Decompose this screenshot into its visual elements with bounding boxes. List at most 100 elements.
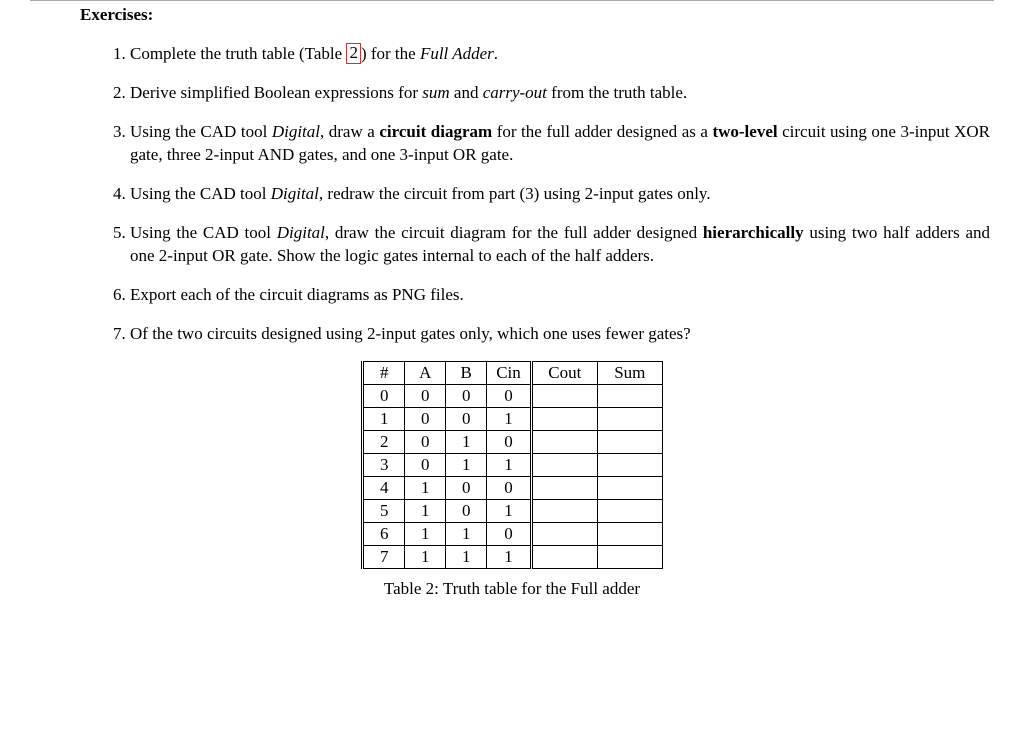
table-cell: 1 [405,477,446,500]
emphasis: Digital [272,122,320,141]
table-cell: 0 [363,385,405,408]
table-cell: 0 [446,408,487,431]
table-cell [531,523,597,546]
table-cell [597,523,662,546]
table-cell: 1 [487,454,532,477]
table-cell: 1 [446,546,487,569]
table-cell [597,454,662,477]
table-row: 5101 [363,500,663,523]
table-cell: 1 [487,500,532,523]
col-header: Cout [531,362,597,385]
table-row: 3011 [363,454,663,477]
table-cell: 1 [487,546,532,569]
text: . [494,44,498,63]
table-cell: 2 [363,431,405,454]
table-cell: 1 [363,408,405,431]
col-header: B [446,362,487,385]
emphasis: sum [422,83,449,102]
text: Using the CAD tool [130,122,272,141]
table-cell [531,546,597,569]
table-cell: 1 [487,408,532,431]
table-cell: 0 [405,408,446,431]
table-row: 6110 [363,523,663,546]
table-cell [531,454,597,477]
table-row: 1001 [363,408,663,431]
table-cell [531,385,597,408]
table-cell: 0 [405,454,446,477]
table-cell: 1 [405,546,446,569]
text: Derive simplified Boolean expressions fo… [130,83,422,102]
table-cell: 0 [487,523,532,546]
emphasis: carry-out [483,83,547,102]
exercise-item-4: Using the CAD tool Digital, redraw the c… [130,183,994,206]
table-cell: 0 [405,385,446,408]
table-cell: 5 [363,500,405,523]
top-rule [30,0,994,1]
text: and [450,83,483,102]
strong: hierarchically [703,223,804,242]
text: Using the CAD tool [130,223,277,242]
table-cell [597,408,662,431]
table-cell: 0 [446,477,487,500]
table-cell: 1 [446,523,487,546]
strong: circuit diagram [379,122,492,141]
table-cell [597,385,662,408]
table-cell: 1 [446,454,487,477]
exercise-item-7: Of the two circuits designed using 2-inp… [130,323,994,346]
text: Of the two circuits designed using 2-inp… [130,324,691,343]
table-cell [597,500,662,523]
exercise-item-1: Complete the truth table (Table 2) for t… [130,43,994,66]
exercise-item-5: Using the CAD tool Digital, draw the cir… [130,222,994,268]
table-cell: 7 [363,546,405,569]
col-header: Sum [597,362,662,385]
table-cell [531,408,597,431]
table-cell: 0 [487,431,532,454]
table-cell: 0 [487,385,532,408]
table-cell [531,500,597,523]
col-header: # [363,362,405,385]
text: ) for the [361,44,420,63]
table-cell: 6 [363,523,405,546]
table-cell: 0 [446,500,487,523]
text: , redraw the circuit from part (3) using… [319,184,711,203]
table-reference-link[interactable]: 2 [346,43,361,64]
table-cell: 1 [405,523,446,546]
table-row: 7111 [363,546,663,569]
col-header: A [405,362,446,385]
table-row: 0000 [363,385,663,408]
text: from the truth table. [547,83,687,102]
text: , draw a [320,122,379,141]
emphasis: Digital [277,223,325,242]
table-cell: 0 [446,385,487,408]
page: Exercises: Complete the truth table (Tab… [0,0,1024,639]
table-row: 4100 [363,477,663,500]
exercise-item-3: Using the CAD tool Digital, draw a circu… [130,121,994,167]
table-cell [597,546,662,569]
emphasis: Digital [271,184,319,203]
table-row: 2010 [363,431,663,454]
table-cell: 0 [487,477,532,500]
text: for the full adder designed as a [492,122,712,141]
text: Using the CAD tool [130,184,271,203]
table-cell: 0 [405,431,446,454]
table-cell: 4 [363,477,405,500]
table-cell [531,431,597,454]
table-cell [531,477,597,500]
text: Complete the truth table (Table [130,44,346,63]
table-container: # A B Cin Cout Sum 000010012010301141005… [30,361,994,599]
table-cell: 1 [446,431,487,454]
col-header: Cin [487,362,532,385]
exercise-item-6: Export each of the circuit diagrams as P… [130,284,994,307]
exercise-list: Complete the truth table (Table 2) for t… [30,43,994,345]
table-body: 00001001201030114100510161107111 [363,385,663,569]
truth-table: # A B Cin Cout Sum 000010012010301141005… [361,361,663,569]
section-heading: Exercises: [80,5,994,25]
table-cell [597,477,662,500]
table-header-row: # A B Cin Cout Sum [363,362,663,385]
text: , draw the circuit diagram for the full … [325,223,703,242]
table-caption: Table 2: Truth table for the Full adder [30,579,994,599]
emphasis: Full Adder [420,44,494,63]
table-cell [597,431,662,454]
strong: two-level [712,122,777,141]
table-cell: 3 [363,454,405,477]
